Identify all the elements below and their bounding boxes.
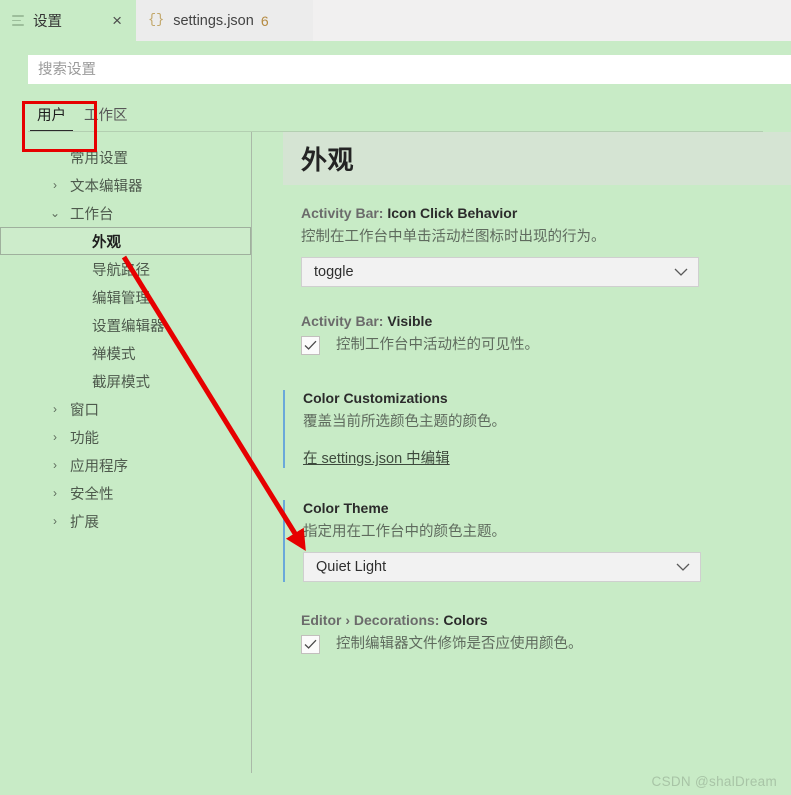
chevron-right-icon: ›: [53, 486, 57, 500]
setting-title: Activity Bar: Visible: [301, 313, 791, 329]
sidebar-item-breadcrumbs[interactable]: 导航路径: [0, 255, 251, 283]
sidebar-item-workbench[interactable]: ⌄ 工作台: [0, 199, 251, 227]
section-banner: 外观: [283, 132, 791, 185]
chevron-down-icon: [676, 561, 690, 574]
sidebar-item-screencast-mode[interactable]: 截屏模式: [0, 367, 251, 395]
setting-title: Activity Bar: Icon Click Behavior: [301, 205, 791, 221]
setting-title-prefix: Activity Bar:: [301, 313, 388, 330]
sidebar-item-label: 禅模式: [92, 346, 136, 363]
settings-body: 常用设置 › 文本编辑器 ⌄ 工作台 外观 导航路径 编辑管理 设置编辑器 禅模式 …: [0, 132, 791, 773]
settings-header: 用户 工作区: [0, 41, 791, 132]
sidebar-item-label: 编辑管理: [92, 290, 150, 307]
check-icon: [304, 340, 317, 350]
settings-tree-sidebar: 常用设置 › 文本编辑器 ⌄ 工作台 外观 导航路径 编辑管理 设置编辑器 禅模式 …: [0, 132, 252, 773]
editor-decorations-colors-checkbox[interactable]: [301, 635, 320, 655]
sidebar-item-label: 应用程序: [70, 458, 128, 475]
setting-color-theme: Color Theme 指定用在工作台中的颜色主题。 Quiet Light: [283, 500, 791, 583]
json-braces-icon: {}: [148, 13, 165, 28]
scope-tab-user[interactable]: 用户: [28, 104, 75, 132]
setting-title-name: Color Theme: [303, 500, 389, 517]
setting-description: 覆盖当前所选颜色主题的颜色。: [303, 414, 506, 431]
color-theme-select[interactable]: Quiet Light: [303, 552, 701, 583]
setting-title-name: Color Customizations: [303, 390, 448, 407]
tab-settings-json-badge: 6: [260, 12, 269, 29]
search-row: [0, 41, 791, 84]
close-icon[interactable]: ×: [110, 12, 124, 29]
sidebar-item-zen-mode[interactable]: 禅模式: [0, 339, 251, 367]
sidebar-item-settings-editor[interactable]: 设置编辑器: [0, 311, 251, 339]
setting-checkbox-row: 控制编辑器文件修饰是否应使用颜色。: [301, 634, 791, 655]
setting-color-customizations: Color Customizations 覆盖当前所选颜色主题的颜色。 在 se…: [283, 390, 791, 469]
setting-activity-bar-icon-click-behavior: Activity Bar: Icon Click Behavior 控制在工作台…: [283, 205, 791, 288]
setting-title-prefix: Activity Bar:: [301, 205, 388, 221]
setting-title-name: Icon Click Behavior: [387, 205, 518, 221]
setting-description: 指定用在工作台中的颜色主题。: [303, 524, 506, 541]
sidebar-item-text-editor[interactable]: › 文本编辑器: [0, 171, 251, 199]
sidebar-item-label: 常用设置: [70, 150, 128, 167]
sidebar-item-extensions[interactable]: › 扩展: [0, 507, 251, 535]
editor-tab-bar: 设置 × {} settings.json 6: [0, 0, 791, 41]
tab-settings-label: 设置: [33, 14, 62, 30]
sidebar-item-commonly-used[interactable]: 常用设置: [0, 143, 251, 171]
sidebar-item-label: 文本编辑器: [70, 178, 143, 195]
sidebar-item-editor-mgmt[interactable]: 编辑管理: [0, 283, 251, 311]
setting-description: 控制在工作台中单击活动栏图标时出现的行为。: [301, 229, 606, 245]
icon-click-behavior-select[interactable]: toggle: [301, 257, 699, 288]
setting-title: Color Customizations: [303, 390, 791, 406]
chevron-right-icon: ›: [53, 458, 57, 472]
sidebar-item-appearance[interactable]: 外观: [0, 227, 251, 255]
sidebar-item-label: 截屏模式: [92, 374, 150, 391]
setting-title-prefix: Editor › Decorations:: [301, 612, 444, 629]
setting-title: Editor › Decorations: Colors: [301, 612, 791, 628]
sidebar-item-features[interactable]: › 功能: [0, 423, 251, 451]
sidebar-item-label: 窗口: [70, 402, 99, 419]
sidebar-item-label: 导航路径: [92, 262, 150, 279]
sidebar-item-label: 工作台: [70, 206, 114, 223]
setting-description: 控制编辑器文件修饰是否应使用颜色。: [336, 636, 583, 653]
setting-editor-decorations-colors: Editor › Decorations: Colors 控制编辑器文件修饰是否…: [283, 612, 791, 655]
setting-activity-bar-visible: Activity Bar: Visible 控制工作台中活动栏的可见性。: [283, 313, 791, 356]
edit-in-settings-json-link[interactable]: 在 settings.json 中编辑: [303, 447, 450, 468]
setting-title: Color Theme: [303, 500, 791, 516]
page-title: 外观: [301, 145, 355, 175]
setting-title-name: Colors: [443, 612, 488, 629]
chevron-right-icon: ›: [53, 402, 57, 416]
tab-settings-json-label: settings.json: [173, 12, 254, 29]
scope-tab-workspace[interactable]: 工作区: [75, 104, 137, 132]
sidebar-item-label: 扩展: [70, 514, 99, 531]
sidebar-item-security[interactable]: › 安全性: [0, 479, 251, 507]
sidebar-item-label: 外观: [92, 234, 121, 251]
setting-title-name: Visible: [387, 313, 433, 330]
sidebar-item-label: 设置编辑器: [92, 318, 165, 335]
sidebar-item-application[interactable]: › 应用程序: [0, 451, 251, 479]
tab-settings[interactable]: 设置 ×: [0, 0, 136, 41]
tab-settings-json[interactable]: {} settings.json 6: [136, 0, 313, 41]
activity-bar-visible-checkbox[interactable]: [301, 336, 320, 356]
chevron-right-icon: ›: [53, 178, 57, 192]
chevron-right-icon: ›: [53, 514, 57, 528]
tab-settings-content: 设置: [12, 10, 62, 31]
settings-list: Activity Bar: Icon Click Behavior 控制在工作台…: [252, 185, 791, 655]
chevron-down-icon: ⌄: [49, 206, 61, 220]
sidebar-item-label: 安全性: [70, 486, 114, 503]
preferences-icon: [12, 14, 25, 27]
select-value: Quiet Light: [316, 559, 387, 576]
setting-description: 控制工作台中活动栏的可见性。: [336, 337, 539, 354]
setting-checkbox-row: 控制工作台中活动栏的可见性。: [301, 335, 791, 356]
sidebar-item-label: 功能: [70, 430, 99, 447]
sidebar-item-window[interactable]: › 窗口: [0, 395, 251, 423]
settings-main-pane: 外观 Activity Bar: Icon Click Behavior 控制在…: [252, 132, 791, 773]
chevron-down-icon: [674, 266, 688, 279]
select-value: toggle: [314, 264, 354, 281]
scope-tab-bar: 用户 工作区: [28, 96, 791, 132]
watermark: CSDN @shalDream: [651, 774, 777, 789]
search-input[interactable]: [28, 55, 791, 84]
check-icon: [304, 639, 317, 649]
chevron-right-icon: ›: [53, 430, 57, 444]
